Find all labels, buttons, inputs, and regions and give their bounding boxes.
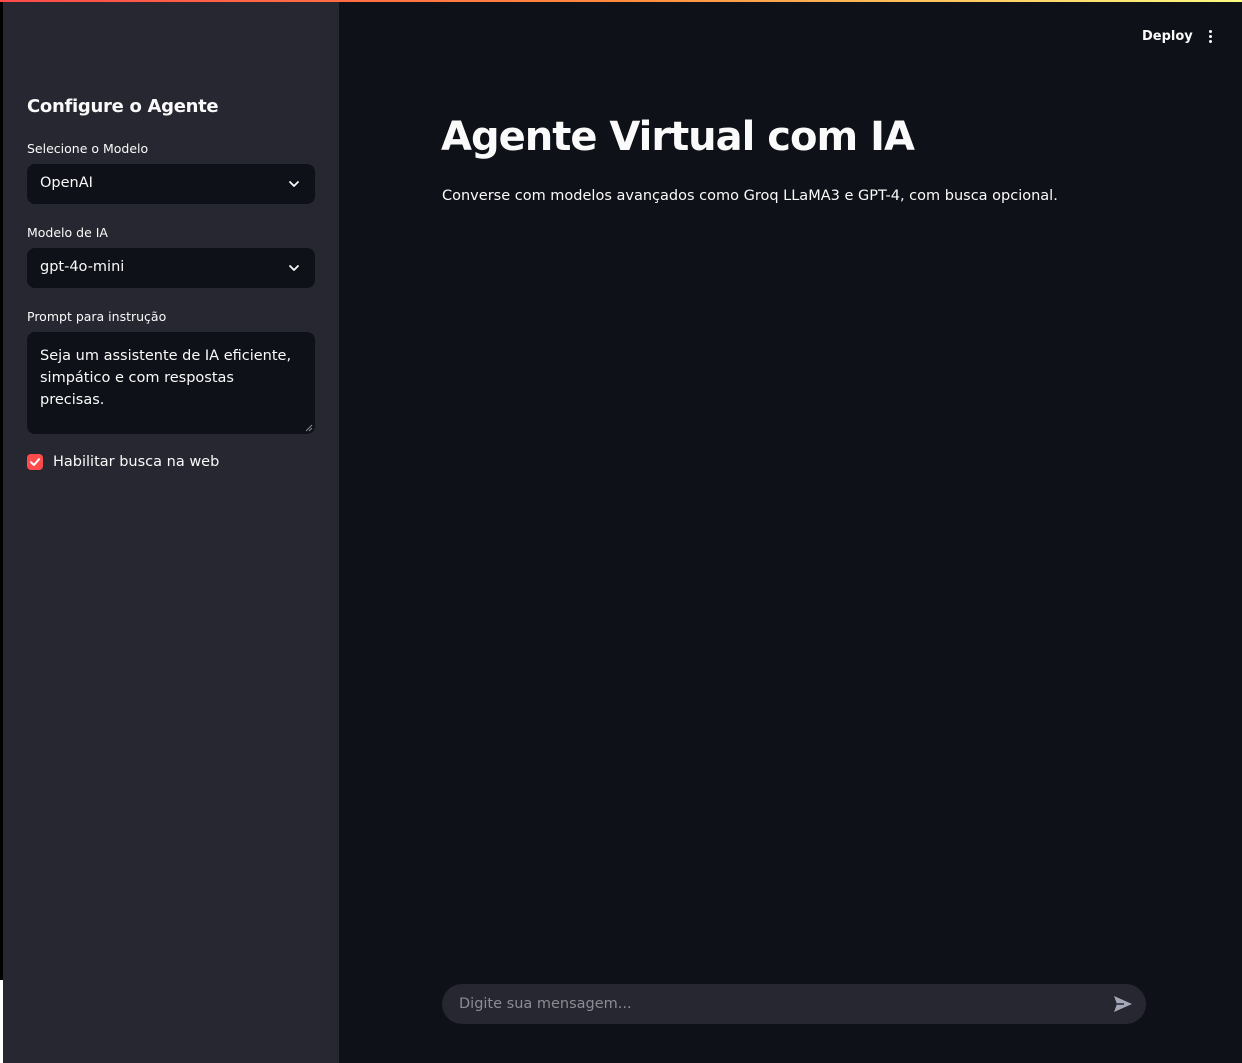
prompt-textarea-value: Seja um assistente de IA eficiente, simp…: [40, 348, 296, 408]
prompt-label: Prompt para instrução: [27, 309, 167, 324]
top-accent-bar: [0, 0, 1242, 2]
model-select-value: gpt-4o-mini: [40, 259, 125, 275]
web-search-label: Habilitar busca na web: [53, 454, 220, 470]
model-select-label: Modelo de IA: [27, 225, 108, 240]
prompt-textarea[interactable]: Seja um assistente de IA eficiente, simp…: [27, 332, 315, 434]
send-icon[interactable]: [1112, 994, 1134, 1014]
sidebar-title: Configure o Agente: [27, 96, 219, 117]
chevron-down-icon: [289, 181, 299, 187]
page-title: Agente Virtual com IA: [441, 114, 915, 160]
resize-handle-icon[interactable]: [305, 424, 313, 432]
main-menu-button[interactable]: [1200, 24, 1222, 50]
chat-input-container: [442, 984, 1146, 1024]
page-subtitle: Converse com modelos avançados como Groq…: [442, 188, 1058, 204]
model-select[interactable]: gpt-4o-mini: [27, 248, 315, 288]
provider-select[interactable]: OpenAI: [27, 164, 315, 204]
checkmark-icon: [30, 458, 40, 466]
deploy-button[interactable]: Deploy: [1132, 25, 1203, 49]
window-edge-bottom: [0, 980, 3, 1063]
sidebar: Configure o Agente Selecione o Modelo Op…: [3, 2, 339, 1063]
chevron-down-icon: [289, 265, 299, 271]
app-window: Configure o Agente Selecione o Modelo Op…: [0, 0, 1242, 1063]
window-edge: [0, 2, 3, 980]
chat-input[interactable]: [442, 984, 1102, 1024]
provider-select-value: OpenAI: [40, 175, 93, 191]
provider-select-label: Selecione o Modelo: [27, 141, 149, 156]
web-search-checkbox[interactable]: [27, 454, 43, 470]
